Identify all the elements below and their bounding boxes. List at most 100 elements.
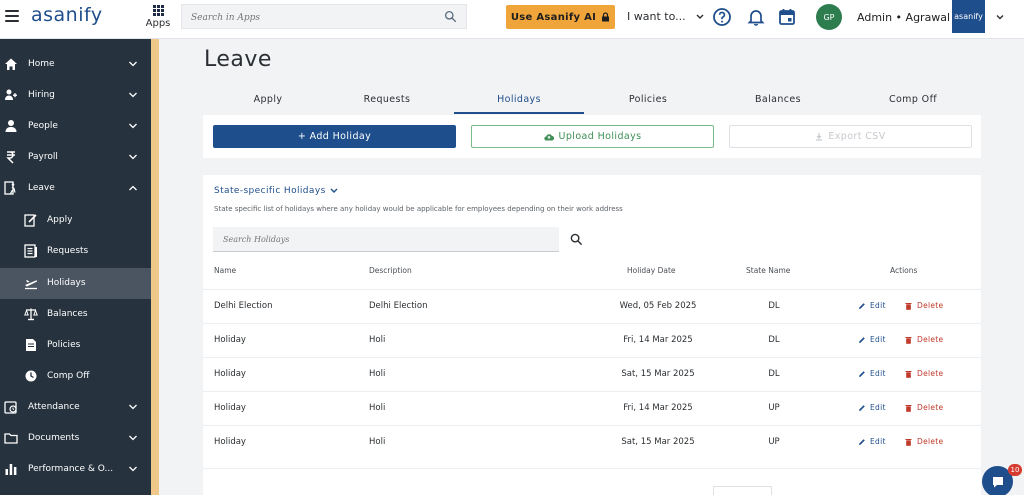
sidebar-item-label: Performance & O... (28, 464, 114, 474)
sidebar-item-label: Requests (47, 246, 89, 256)
delete-button[interactable]: Delete (905, 335, 943, 344)
sidebar-item-policies[interactable]: Policies (0, 330, 151, 361)
table-row: Holiday Holi Fri, 14 Mar 2025 UP Edit De… (203, 391, 981, 425)
edit-button[interactable]: Edit (858, 369, 886, 378)
delete-label: Delete (917, 369, 944, 378)
ai-button-label: Use Asanify AI (510, 11, 597, 23)
tab-comp-off[interactable]: Comp Off (848, 87, 978, 114)
delete-button[interactable]: Delete (905, 301, 943, 310)
tab-holidays[interactable]: Holidays (454, 87, 584, 114)
chevron-down-icon (129, 154, 137, 160)
sidebar-item-payroll[interactable]: Payroll (0, 142, 151, 173)
delete-label: Delete (917, 301, 944, 310)
sidebar: Home Hiring People Payroll Leave Apply R… (0, 39, 151, 495)
sidebar-item-documents[interactable]: Documents (0, 423, 151, 454)
delete-button[interactable]: Delete (905, 369, 943, 378)
calendar-icon[interactable] (777, 7, 797, 27)
export-csv-label: Export CSV (828, 131, 886, 142)
sidebar-accent-stripe (151, 39, 159, 495)
folder-icon (4, 433, 18, 444)
edit-label: Edit (870, 437, 886, 446)
chevron-down-icon (129, 92, 137, 98)
edit-button[interactable]: Edit (858, 335, 886, 344)
holiday-name: Holiday (214, 437, 246, 447)
holiday-list-card: State-specific Holidays State specific l… (203, 175, 981, 495)
export-csv-button[interactable]: Export CSV (729, 125, 972, 148)
i-want-to-label: I want to... (627, 10, 686, 23)
chat-notification-badge: 10 (1008, 464, 1022, 476)
holiday-description: Holi (369, 369, 386, 379)
app-search-input[interactable] (182, 6, 422, 30)
tab-requests[interactable]: Requests (322, 87, 452, 114)
performance-icon (5, 464, 17, 475)
top-bar: asanify Apps Use Asanify AI I want to...… (0, 0, 1024, 39)
tab-policies[interactable]: Policies (583, 87, 713, 114)
edit-button[interactable]: Edit (858, 301, 886, 310)
bell-icon[interactable] (746, 7, 766, 27)
section-description: State specific list of holidays where an… (214, 205, 623, 213)
chevron-down-icon (129, 61, 137, 67)
search-icon[interactable] (444, 10, 457, 23)
delete-label: Delete (917, 437, 944, 446)
delete-button[interactable]: Delete (905, 437, 943, 446)
plane-icon (25, 280, 38, 290)
holiday-date: Wed, 05 Feb 2025 (619, 301, 697, 311)
sidebar-item-home[interactable]: Home (0, 49, 151, 80)
brand-logo[interactable]: asanify (31, 4, 103, 26)
sidebar-item-hiring[interactable]: Hiring (0, 80, 151, 111)
column-header-description: Description (369, 266, 412, 275)
pencil-icon (859, 336, 865, 343)
sidebar-item-label: Policies (47, 340, 81, 350)
chevron-down-icon[interactable] (995, 12, 1005, 22)
clock-icon (25, 370, 37, 382)
column-header-holiday-date: Holiday Date (627, 266, 676, 275)
holiday-type-dropdown[interactable]: State-specific Holidays (214, 186, 338, 196)
sidebar-item-leave[interactable]: Leave (0, 173, 151, 204)
cloud-upload-icon (543, 133, 554, 141)
holiday-search-input[interactable] (213, 227, 543, 252)
sidebar-item-attendance[interactable]: Attendance (0, 392, 151, 423)
holiday-state: UP (768, 403, 780, 413)
edit-button[interactable]: Edit (858, 437, 886, 446)
menu-icon[interactable] (5, 10, 19, 22)
add-holiday-button[interactable]: + Add Holiday (213, 125, 456, 148)
sidebar-item-apply[interactable]: Apply (0, 205, 151, 236)
column-header-name: Name (214, 266, 237, 275)
sidebar-item-label: Balances (47, 309, 88, 319)
apps-button[interactable]: Apps (145, 5, 171, 29)
sidebar-item-comp-off[interactable]: Comp Off (0, 361, 151, 392)
sidebar-item-people[interactable]: People (0, 111, 151, 142)
delete-label: Delete (917, 335, 944, 344)
table-row: Delhi Election Delhi Election Wed, 05 Fe… (203, 289, 981, 323)
tab-apply[interactable]: Apply (203, 87, 333, 114)
i-want-to-dropdown[interactable]: I want to... (627, 10, 704, 23)
sidebar-item-label: Payroll (28, 152, 58, 162)
upload-holidays-button[interactable]: Upload Holidays (471, 125, 714, 148)
trash-icon (905, 438, 912, 446)
column-header-actions: Actions (890, 266, 918, 275)
company-logo: asanify (952, 0, 985, 33)
tab-balances[interactable]: Balances (713, 87, 843, 114)
holiday-actions-card: + Add Holiday Upload Holidays Export CSV (203, 115, 981, 158)
app-search (181, 4, 467, 30)
pencil-icon (859, 438, 865, 445)
sidebar-item-holidays[interactable]: Holidays (0, 268, 151, 299)
holiday-name: Holiday (214, 369, 246, 379)
sidebar-item-balances[interactable]: Balances (0, 299, 151, 330)
user-name[interactable]: Admin • Agrawal (857, 11, 950, 24)
sidebar-item-label: Comp Off (47, 371, 90, 381)
search-icon[interactable] (570, 233, 583, 246)
sidebar-item-requests[interactable]: Requests (0, 236, 151, 267)
help-icon[interactable] (712, 7, 732, 27)
pagination-control[interactable] (713, 486, 772, 495)
apps-label: Apps (145, 18, 171, 29)
use-asanify-ai-button[interactable]: Use Asanify AI (506, 5, 615, 29)
edit-button[interactable]: Edit (858, 403, 886, 412)
chevron-down-icon (330, 188, 338, 193)
holiday-description: Holi (369, 437, 386, 447)
sidebar-item-performance[interactable]: Performance & O... (0, 454, 151, 485)
delete-button[interactable]: Delete (905, 403, 943, 412)
sidebar-item-label: Hiring (28, 90, 55, 100)
holiday-name: Holiday (214, 335, 246, 345)
user-avatar[interactable]: GP (816, 4, 842, 30)
